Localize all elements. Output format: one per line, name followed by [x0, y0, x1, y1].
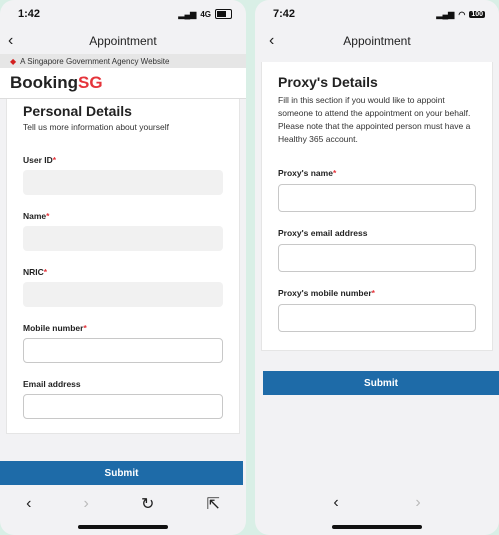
browser-back-icon[interactable]: ‹ — [26, 495, 31, 513]
section-subtitle: Tell us more information about yourself — [23, 122, 169, 132]
section-title: Proxy's Details — [278, 74, 378, 90]
battery-icon — [215, 9, 232, 19]
personal-details-card: Personal Details Tell us more informatio… — [6, 99, 240, 434]
browser-toolbar: ‹ › ↻ ⇱ — [0, 494, 246, 514]
status-time: 7:42 — [273, 8, 296, 20]
mobile-number-field[interactable] — [23, 338, 223, 363]
chevron-left-icon[interactable]: ‹ — [8, 33, 13, 49]
proxy-mobile-field[interactable] — [278, 304, 476, 332]
chevron-left-icon[interactable]: ‹ — [269, 33, 274, 49]
section-title: Personal Details — [23, 103, 132, 119]
status-bar: 1:42 ▂▄▆ 4G — [0, 0, 246, 28]
reload-icon[interactable]: ↻ — [141, 494, 154, 514]
submit-button[interactable]: Submit — [0, 461, 243, 485]
page-title: Appointment — [343, 34, 411, 48]
field-label-user-id: User ID* — [23, 155, 57, 165]
field-label-proxy-mobile: Proxy's mobile number* — [278, 288, 375, 298]
battery-icon: 100 — [469, 10, 485, 18]
left-phone-screen: 1:42 ▂▄▆ 4G ‹ Appointment ◆ A Singapore … — [0, 0, 246, 535]
field-label-proxy-name: Proxy's name* — [278, 168, 337, 178]
lion-head-icon: ◆ — [10, 56, 17, 66]
field-label-name: Name* — [23, 211, 50, 221]
browser-forward-icon[interactable]: › — [415, 494, 420, 512]
email-field[interactable] — [23, 394, 223, 419]
gov-banner-text: A Singapore Government Agency Website — [20, 56, 170, 66]
field-label-nric: NRIC* — [23, 267, 48, 277]
network-label: 4G — [200, 9, 211, 19]
browser-forward-icon[interactable]: › — [84, 495, 89, 513]
name-field — [23, 226, 223, 251]
browser-back-icon[interactable]: ‹ — [333, 494, 338, 512]
signal-icon: ▂▄▆ — [436, 9, 455, 19]
field-label-email: Email address — [23, 379, 81, 389]
status-icons: ▂▄▆ ◠ 100 — [436, 10, 485, 19]
proxy-name-field[interactable] — [278, 184, 476, 212]
status-time: 1:42 — [18, 8, 41, 20]
submit-button[interactable]: Submit — [263, 371, 499, 395]
status-icons: ▂▄▆ 4G — [178, 9, 232, 19]
bookingsg-logo: Booking SG — [0, 68, 246, 99]
nav-bar: ‹ Appointment — [0, 28, 246, 54]
gov-banner: ◆ A Singapore Government Agency Website — [0, 54, 246, 68]
home-indicator — [78, 525, 168, 529]
brand-text-sg: SG — [78, 73, 103, 92]
brand-text-booking: Booking — [10, 73, 78, 92]
field-label-proxy-email: Proxy's email address — [278, 228, 368, 238]
browser-toolbar: ‹ › — [255, 494, 499, 512]
signal-icon: ▂▄▆ — [178, 9, 197, 19]
proxy-email-field[interactable] — [278, 244, 476, 272]
home-indicator — [332, 525, 422, 529]
user-id-field — [23, 170, 223, 195]
nav-bar: ‹ Appointment — [255, 28, 499, 54]
nric-field — [23, 282, 223, 307]
status-bar: 7:42 ▂▄▆ ◠ 100 — [255, 0, 499, 28]
wifi-icon: ◠ — [458, 9, 466, 19]
share-icon[interactable]: ⇱ — [207, 494, 220, 514]
page-title: Appointment — [89, 34, 157, 48]
field-label-mobile: Mobile number* — [23, 323, 87, 333]
right-phone-screen: 7:42 ▂▄▆ ◠ 100 ‹ Appointment Proxy's Det… — [255, 0, 499, 535]
section-subtitle: Fill in this section if you would like t… — [278, 95, 471, 144]
proxy-details-card: Proxy's Details Fill in this section if … — [261, 62, 493, 351]
